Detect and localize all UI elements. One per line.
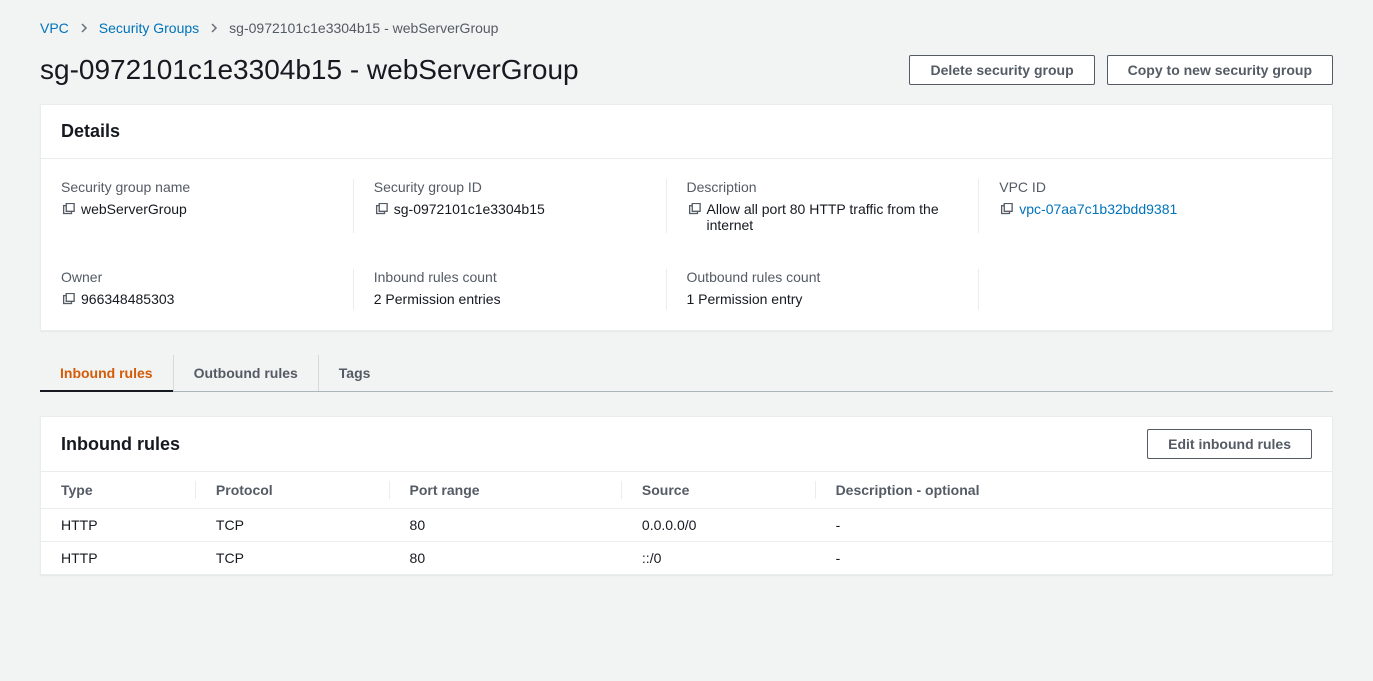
details-panel: Details Security group name webServerGro… bbox=[40, 104, 1333, 331]
detail-label-outbound-count: Outbound rules count bbox=[687, 269, 980, 285]
details-heading: Details bbox=[41, 105, 1332, 159]
detail-label-inbound-count: Inbound rules count bbox=[374, 269, 667, 285]
inbound-rules-heading: Inbound rules bbox=[61, 434, 180, 455]
table-row[interactable]: HTTP TCP 80 0.0.0.0/0 - bbox=[41, 509, 1332, 542]
col-description[interactable]: Description - optional bbox=[816, 472, 1332, 509]
detail-value-id: sg-0972101c1e3304b15 bbox=[394, 201, 545, 217]
chevron-right-icon bbox=[79, 20, 89, 36]
page-title: sg-0972101c1e3304b15 - webServerGroup bbox=[40, 54, 579, 86]
detail-label-description: Description bbox=[687, 179, 980, 195]
cell-source: ::/0 bbox=[622, 542, 816, 575]
cell-source: 0.0.0.0/0 bbox=[622, 509, 816, 542]
tab-outbound-rules[interactable]: Outbound rules bbox=[174, 355, 319, 391]
copy-to-new-security-group-button[interactable]: Copy to new security group bbox=[1107, 55, 1333, 85]
chevron-right-icon bbox=[209, 20, 219, 36]
detail-value-outbound-count: 1 Permission entry bbox=[687, 291, 803, 307]
col-source[interactable]: Source bbox=[622, 472, 816, 509]
inbound-rules-table: Type Protocol Port range Source Descript… bbox=[41, 472, 1332, 574]
copy-icon[interactable] bbox=[687, 203, 701, 220]
delete-security-group-button[interactable]: Delete security group bbox=[909, 55, 1094, 85]
tab-tags[interactable]: Tags bbox=[319, 355, 391, 391]
copy-icon[interactable] bbox=[374, 203, 388, 220]
col-type[interactable]: Type bbox=[41, 472, 196, 509]
cell-type: HTTP bbox=[41, 509, 196, 542]
cell-protocol: TCP bbox=[196, 509, 390, 542]
edit-inbound-rules-button[interactable]: Edit inbound rules bbox=[1147, 429, 1312, 459]
cell-port-range: 80 bbox=[390, 542, 622, 575]
breadcrumb: VPC Security Groups sg-0972101c1e3304b15… bbox=[40, 20, 1333, 36]
copy-icon[interactable] bbox=[999, 203, 1013, 220]
cell-description: - bbox=[816, 509, 1332, 542]
detail-label-owner: Owner bbox=[61, 269, 354, 285]
cell-type: HTTP bbox=[41, 542, 196, 575]
col-protocol[interactable]: Protocol bbox=[196, 472, 390, 509]
tab-inbound-rules[interactable]: Inbound rules bbox=[40, 355, 174, 391]
cell-port-range: 80 bbox=[390, 509, 622, 542]
detail-value-name: webServerGroup bbox=[81, 201, 187, 217]
copy-icon[interactable] bbox=[61, 203, 75, 220]
tabs: Inbound rules Outbound rules Tags bbox=[40, 355, 1333, 392]
detail-value-inbound-count: 2 Permission entries bbox=[374, 291, 501, 307]
cell-protocol: TCP bbox=[196, 542, 390, 575]
breadcrumb-vpc[interactable]: VPC bbox=[40, 20, 69, 36]
copy-icon[interactable] bbox=[61, 293, 75, 310]
detail-label-id: Security group ID bbox=[374, 179, 667, 195]
cell-description: - bbox=[816, 542, 1332, 575]
detail-value-description: Allow all port 80 HTTP traffic from the … bbox=[707, 201, 980, 233]
breadcrumb-security-groups[interactable]: Security Groups bbox=[99, 20, 199, 36]
detail-value-vpc-id-link[interactable]: vpc-07aa7c1b32bdd9381 bbox=[1019, 201, 1177, 217]
table-row[interactable]: HTTP TCP 80 ::/0 - bbox=[41, 542, 1332, 575]
col-port-range[interactable]: Port range bbox=[390, 472, 622, 509]
detail-label-vpc-id: VPC ID bbox=[999, 179, 1292, 195]
detail-value-owner: 966348485303 bbox=[81, 291, 174, 307]
breadcrumb-current: sg-0972101c1e3304b15 - webServerGroup bbox=[229, 20, 498, 36]
inbound-rules-panel: Inbound rules Edit inbound rules Type Pr… bbox=[40, 416, 1333, 575]
detail-label-name: Security group name bbox=[61, 179, 354, 195]
